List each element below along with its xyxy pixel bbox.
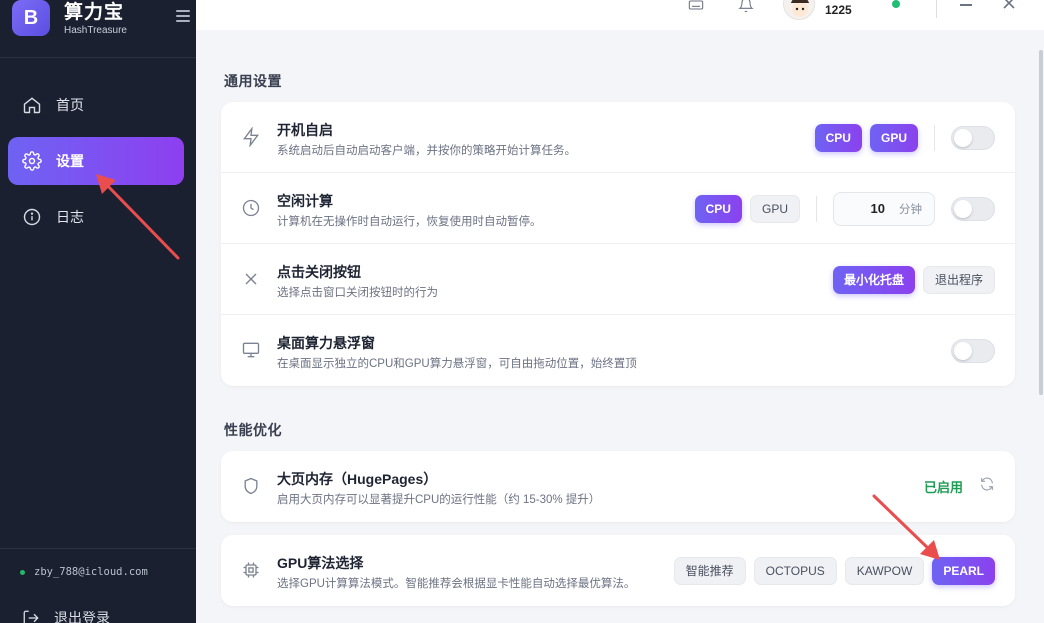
gear-icon	[22, 151, 42, 171]
setting-row-hugepages: 大页内存（HugePages） 启用大页内存可以显著提升CPU的运行性能（约 1…	[221, 451, 1015, 522]
algo-option-kawpow[interactable]: KAWPOW	[844, 556, 925, 585]
account-info: zby_788@icloud.com	[20, 566, 148, 578]
account-email: zby_788@icloud.com	[34, 566, 148, 578]
general-settings-card: 开机自启 系统启动后自动启动客户端，并按你的策略开始计算任务。 CPU GPU …	[221, 102, 1015, 386]
info-icon	[23, 208, 41, 226]
topbar: 1225	[196, 0, 1044, 30]
floating-window-toggle[interactable]	[951, 338, 995, 363]
chip-icon	[241, 560, 263, 582]
divider	[816, 195, 817, 222]
autostart-cpu-button[interactable]: CPU	[814, 123, 862, 152]
sidebar-item-label: 日志	[56, 209, 84, 225]
app-logo: B	[12, 0, 50, 36]
menu-toggle-icon[interactable]	[176, 10, 190, 22]
refresh-icon[interactable]	[979, 476, 995, 497]
online-indicator	[892, 0, 900, 8]
exit-program-button[interactable]: 退出程序	[922, 265, 995, 294]
autostart-toggle[interactable]	[951, 125, 995, 150]
sidebar-item-logs[interactable]: 日志	[8, 193, 184, 241]
lightning-icon	[241, 126, 263, 149]
sidebar-nav: 首页 设置 日志	[8, 81, 184, 249]
sidebar-divider	[0, 57, 196, 58]
bell-icon[interactable]	[737, 0, 755, 14]
user-number: 1225	[825, 3, 852, 17]
setting-description: 选择GPU计算算法模式。智能推荐会根据显卡性能自动选择最优算法。	[277, 578, 636, 590]
setting-row-gpu-algorithm: GPU算法选择 选择GPU计算算法模式。智能推荐会根据显卡性能自动选择最优算法。…	[221, 535, 1015, 606]
hugepages-card: 大页内存（HugePages） 启用大页内存可以显著提升CPU的运行性能（约 1…	[221, 451, 1015, 522]
setting-row-autostart: 开机自启 系统启动后自动启动客户端，并按你的策略开始计算任务。 CPU GPU	[221, 102, 1015, 173]
avatar[interactable]	[783, 0, 815, 20]
home-icon	[23, 97, 41, 114]
setting-row-floating-window: 桌面算力悬浮窗 在桌面显示独立的CPU和GPU算力悬浮窗，可自由拖动位置，始终置…	[221, 315, 1015, 386]
idle-minutes-value: 10	[870, 201, 885, 216]
divider	[934, 124, 935, 151]
logout-button[interactable]: 退出登录	[22, 608, 110, 623]
algo-option-pearl[interactable]: PEARL	[932, 556, 995, 585]
shield-icon	[241, 476, 263, 498]
sidebar-item-label: 首页	[56, 97, 84, 113]
sidebar-item-home[interactable]: 首页	[8, 81, 184, 129]
gpu-algorithm-card: GPU算法选择 选择GPU计算算法模式。智能推荐会根据显卡性能自动选择最优算法。…	[221, 535, 1015, 606]
close-icon	[1003, 0, 1015, 9]
x-icon	[241, 269, 263, 291]
idle-cpu-button[interactable]: CPU	[694, 194, 742, 223]
section-title-general: 通用设置	[224, 73, 282, 89]
section-title-performance: 性能优化	[224, 422, 282, 438]
idle-minutes-input[interactable]: 10 分钟	[833, 191, 935, 226]
algo-option-octopus[interactable]: OCTOPUS	[753, 556, 837, 585]
main-content: 通用设置 开机自启 系统启动后自动启动客户端，并按你的策略开始计算任务。 CPU…	[196, 30, 1044, 623]
setting-title: 点击关闭按钮	[277, 264, 361, 280]
setting-description: 系统启动后自动启动客户端，并按你的策略开始计算任务。	[277, 145, 576, 157]
minimize-to-tray-button[interactable]: 最小化托盘	[832, 265, 915, 294]
setting-title: 桌面算力悬浮窗	[277, 335, 375, 351]
setting-row-idle: 空闲计算 计算机在无操作时自动运行，恢复使用时自动暂停。 CPU GPU 10 …	[221, 173, 1015, 244]
setting-description: 启用大页内存可以显著提升CPU的运行性能（约 15-30% 提升）	[277, 494, 601, 506]
topbar-divider	[936, 0, 937, 18]
sidebar-divider-bottom	[0, 548, 196, 549]
monitor-icon	[241, 340, 263, 362]
idle-minutes-unit: 分钟	[899, 203, 922, 216]
online-status-dot	[20, 569, 25, 575]
app-name: 算力宝	[64, 1, 125, 23]
hugepages-status: 已启用	[923, 480, 963, 495]
brand: B 算力宝 HashTreasure	[12, 0, 184, 38]
close-window-button[interactable]	[1002, 0, 1016, 10]
setting-title: 开机自启	[277, 122, 333, 138]
setting-description: 计算机在无操作时自动运行，恢复使用时自动暂停。	[277, 216, 542, 228]
algo-option-smart[interactable]: 智能推荐	[673, 556, 746, 585]
clock-icon	[241, 198, 263, 220]
setting-description: 在桌面显示独立的CPU和GPU算力悬浮窗，可自由拖动位置，始终置顶	[277, 358, 637, 370]
idle-gpu-button[interactable]: GPU	[749, 194, 800, 223]
scrollbar[interactable]	[1039, 50, 1043, 395]
sidebar-item-label: 设置	[56, 153, 84, 169]
setting-row-close-behavior: 点击关闭按钮 选择点击窗口关闭按钮时的行为 最小化托盘 退出程序	[221, 244, 1015, 315]
logout-icon	[23, 610, 39, 623]
setting-title: 大页内存（HugePages）	[277, 471, 438, 487]
sidebar-item-settings[interactable]: 设置	[8, 137, 184, 185]
setting-title: 空闲计算	[277, 193, 333, 209]
setting-title: GPU算法选择	[277, 555, 364, 571]
minimize-button[interactable]	[960, 4, 972, 6]
keyboard-icon[interactable]	[687, 0, 705, 14]
sidebar: B 算力宝 HashTreasure 首页 设置 日志 zby_788@iclo…	[0, 0, 196, 623]
logout-label: 退出登录	[54, 610, 110, 623]
app-subtitle: HashTreasure	[64, 24, 127, 36]
setting-description: 选择点击窗口关闭按钮时的行为	[277, 287, 438, 299]
idle-toggle[interactable]	[951, 196, 995, 221]
autostart-gpu-button[interactable]: GPU	[869, 123, 918, 152]
